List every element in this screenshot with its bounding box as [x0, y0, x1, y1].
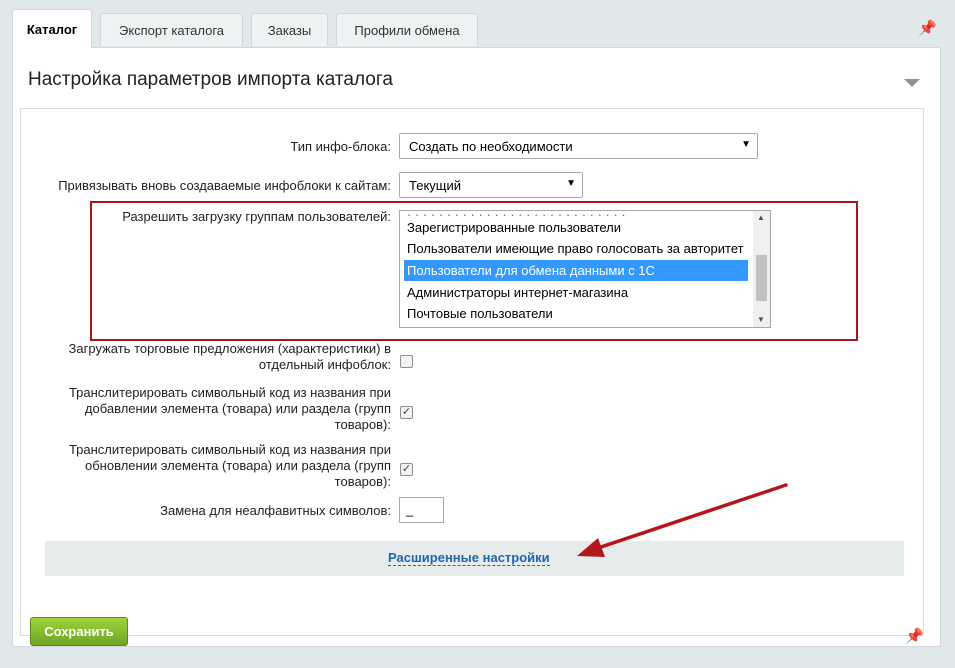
- iblock-type-select[interactable]: Создать по необходимости ▼: [399, 133, 758, 159]
- tab-exchange-profiles[interactable]: Профили обмена: [336, 13, 478, 46]
- scrollbar-thumb[interactable]: [756, 255, 767, 301]
- advanced-settings-link[interactable]: Расширенные настройки: [388, 550, 550, 566]
- user-groups-label: Разрешить загрузку группам пользователей…: [122, 209, 391, 224]
- bind-sites-select[interactable]: Текущий ▼: [399, 172, 583, 198]
- settings-panel: Настройка параметров импорта каталога Ти…: [12, 47, 941, 647]
- dropdown-caret-icon: ▼: [566, 178, 576, 189]
- user-groups-listbox[interactable]: · · · · · · · · · · · · · · · · · · · · …: [399, 210, 771, 328]
- translit-update-label: Транслитерировать символьный код из назв…: [68, 442, 391, 489]
- offers-separate-checkbox[interactable]: [400, 355, 413, 368]
- panel-title: Настройка параметров импорта каталога: [28, 69, 393, 90]
- scroll-down-icon[interactable]: ▼: [757, 315, 765, 324]
- checkmark-icon: ✓: [401, 406, 412, 418]
- list-option[interactable]: Почтовые пользователи: [404, 303, 748, 324]
- iblock-type-label: Тип инфо-блока:: [290, 139, 391, 154]
- bind-sites-value: Текущий: [409, 178, 461, 193]
- offers-separate-label: Загружать торговые предложения (характер…: [68, 341, 391, 372]
- bind-sites-label: Привязывать вновь создаваемые инфоблоки …: [58, 178, 391, 193]
- form-area: Тип инфо-блока: Создать по необходимости…: [20, 108, 924, 636]
- translit-update-checkbox[interactable]: ✓: [400, 463, 413, 476]
- dropdown-caret-icon: ▼: [741, 139, 751, 150]
- list-option-selected[interactable]: Пользователи для обмена данными с 1С: [404, 260, 748, 281]
- collapse-arrow-icon[interactable]: [904, 79, 920, 87]
- scroll-up-icon[interactable]: ▲: [757, 213, 765, 222]
- iblock-type-value: Создать по необходимости: [409, 139, 573, 154]
- pin-icon[interactable]: 📌: [918, 19, 937, 37]
- list-option[interactable]: Зарегистрированные пользователи: [404, 217, 748, 238]
- replace-char-label: Замена для неалфавитных символов:: [160, 503, 391, 518]
- translit-add-label: Транслитерировать символьный код из назв…: [68, 385, 391, 432]
- replace-char-input[interactable]: _: [399, 497, 444, 523]
- save-button[interactable]: Сохранить: [30, 617, 128, 646]
- checkmark-icon: ✓: [401, 463, 412, 475]
- advanced-settings-bar: Расширенные настройки: [45, 541, 904, 576]
- tab-catalog[interactable]: Каталог: [12, 9, 92, 48]
- list-option[interactable]: Пользователи имеющие право голосовать за…: [404, 238, 748, 259]
- pin-icon[interactable]: 📌: [905, 627, 924, 645]
- tab-export-catalog[interactable]: Экспорт каталога: [100, 13, 243, 46]
- translit-add-checkbox[interactable]: ✓: [400, 406, 413, 419]
- tab-orders[interactable]: Заказы: [251, 13, 328, 46]
- list-option[interactable]: Администраторы интернет-магазина: [404, 282, 748, 303]
- listbox-scrollbar[interactable]: ▲ ▼: [753, 211, 770, 327]
